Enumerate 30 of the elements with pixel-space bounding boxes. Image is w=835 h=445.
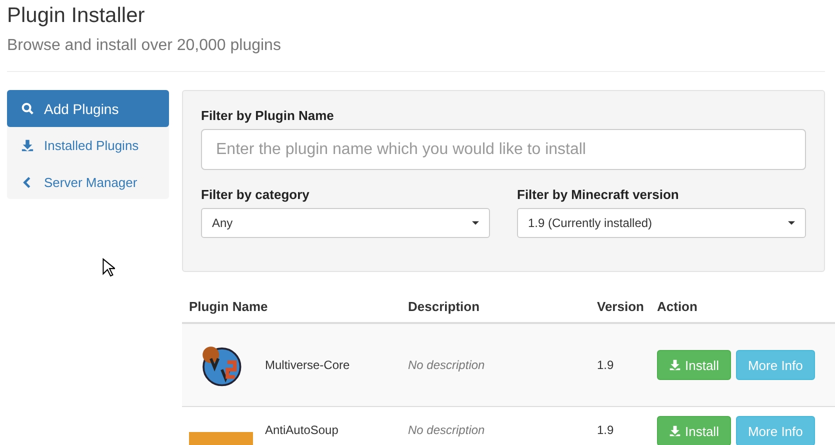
install-button[interactable]: Install <box>657 350 731 380</box>
download-icon <box>669 425 681 437</box>
column-header: Version <box>597 298 645 314</box>
sidebar-item[interactable]: Server Manager <box>7 164 169 201</box>
page-subtitle: Browse and install over 20,000 plugins <box>6 36 282 56</box>
plugin-name: Multiverse-Core <box>265 358 350 372</box>
install-button[interactable]: Install <box>657 416 731 445</box>
search-icon <box>21 102 34 115</box>
version-dropdown[interactable]: 1.9 (Currently installed) <box>517 208 806 238</box>
field-label: Filter by Plugin Name <box>201 108 335 123</box>
column-header: Plugin Name <box>188 298 269 314</box>
plugin-version: 1.9 <box>597 422 615 437</box>
field-label: Filter by Minecraft version <box>517 187 680 202</box>
page-title: Plugin Installer <box>6 3 146 29</box>
download-icon <box>21 139 34 152</box>
plugin-description: No description <box>408 422 486 437</box>
download-icon <box>669 359 681 371</box>
sidebar-item[interactable]: Installed Plugins <box>7 127 169 164</box>
caret-icon <box>472 221 479 225</box>
column-header: Action <box>657 298 698 314</box>
plugin-version: 1.9 <box>597 358 615 372</box>
column-header: Description <box>408 298 481 314</box>
plugin-name: AntiAutoSoup <box>265 422 338 437</box>
mouse-pointer-icon <box>102 258 115 277</box>
caret-icon <box>788 221 795 225</box>
sidebar-item[interactable]: Add Plugins <box>7 90 169 127</box>
category-dropdown[interactable]: Any <box>201 208 490 238</box>
field-label: Filter by category <box>201 187 310 202</box>
plugin-name-field[interactable]: Enter the plugin name which you would like to install <box>201 129 806 170</box>
plugin-description: No description <box>408 358 486 372</box>
